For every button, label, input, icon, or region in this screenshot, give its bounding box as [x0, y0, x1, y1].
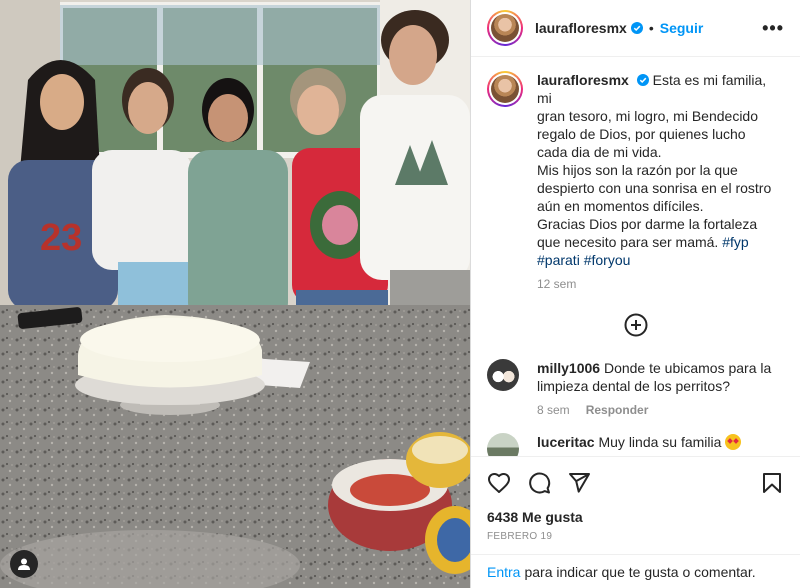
comment-item: luceritac Muy linda su familia: [487, 433, 784, 456]
comment-time[interactable]: 8 sem: [537, 403, 570, 417]
star-struck-emoji-icon: [725, 434, 742, 450]
user-icon: [18, 558, 30, 570]
instagram-post-window: 23 laurafloresmx • Seguir ••• lauraflore…: [0, 0, 800, 588]
svg-text:23: 23: [40, 217, 82, 259]
author-avatar[interactable]: [487, 10, 523, 46]
post-side-panel: laurafloresmx • Seguir ••• laurafloresmx: [470, 0, 800, 588]
comment-icon[interactable]: [527, 471, 551, 495]
commenter-avatar[interactable]: [487, 433, 519, 456]
post-header: laurafloresmx • Seguir •••: [471, 0, 800, 57]
commenter-username[interactable]: luceritac: [537, 434, 595, 450]
post-date[interactable]: FEBRERO 19: [471, 525, 800, 554]
separator-dot: •: [648, 20, 654, 36]
commenter-username[interactable]: milly1006: [537, 360, 600, 376]
more-options-button[interactable]: •••: [762, 18, 784, 39]
heart-icon[interactable]: [487, 471, 511, 495]
comment-item: milly1006 Donde te ubicamos para la limp…: [487, 359, 784, 417]
post-photo[interactable]: 23: [0, 0, 470, 588]
post-caption: laurafloresmx Esta es mi familia, mi gra…: [487, 71, 784, 291]
login-prompt: Entra para indicar que te gusta o coment…: [471, 554, 800, 588]
hashtag-link[interactable]: #parati: [537, 252, 580, 268]
family-photo-illustration: 23: [0, 0, 470, 588]
likes-count[interactable]: 6438 Me gusta: [471, 505, 800, 525]
caption-line: regalo de Dios, por quienes lucho: [537, 126, 746, 142]
comment-text: limpieza dental de los perritos?: [537, 378, 730, 394]
caption-line: que necesito para ser mamá.: [537, 234, 719, 250]
caption-line: Gracias Dios por darme la fortaleza: [537, 216, 758, 232]
verified-badge-icon: [636, 74, 649, 86]
comment-text: Muy linda su familia: [598, 434, 722, 450]
comments-section[interactable]: laurafloresmx Esta es mi familia, mi gra…: [471, 57, 800, 456]
caption-line: gran tesoro, mi logro, mi Bendecido: [537, 108, 758, 124]
login-link[interactable]: Entra: [487, 564, 520, 580]
author-username[interactable]: laurafloresmx: [535, 20, 627, 36]
action-bar: [471, 457, 800, 505]
follow-button[interactable]: Seguir: [660, 20, 704, 36]
caption-time[interactable]: 12 sem: [537, 277, 784, 291]
caption-line: aún en momentos difíciles.: [537, 198, 704, 214]
commenter-avatar[interactable]: [487, 359, 519, 391]
reply-button[interactable]: Responder: [586, 403, 649, 417]
caption-line: Mis hijos son la razón por la que: [537, 162, 738, 178]
post-actions-box: 6438 Me gusta FEBRERO 19 Entra para indi…: [471, 456, 800, 588]
verified-badge-icon: [630, 22, 643, 34]
caption-line: cada dia de mi vida.: [537, 144, 662, 160]
plus-circle-icon: [624, 313, 647, 337]
load-more-comments-button[interactable]: [487, 313, 784, 337]
send-icon[interactable]: [567, 471, 591, 495]
user-tag-button[interactable]: [10, 550, 38, 578]
login-prompt-text: para indicar que te gusta o comentar.: [524, 563, 756, 580]
caption-avatar[interactable]: [487, 71, 523, 107]
bookmark-icon[interactable]: [760, 471, 784, 495]
caption-line: despierto con una sonrisa en el rostro: [537, 180, 772, 196]
caption-username[interactable]: laurafloresmx: [537, 72, 629, 88]
hashtag-link[interactable]: #fyp: [722, 234, 748, 250]
comment-text: Donde te ubicamos para la: [603, 360, 772, 376]
hashtag-link[interactable]: #foryou: [584, 252, 631, 268]
